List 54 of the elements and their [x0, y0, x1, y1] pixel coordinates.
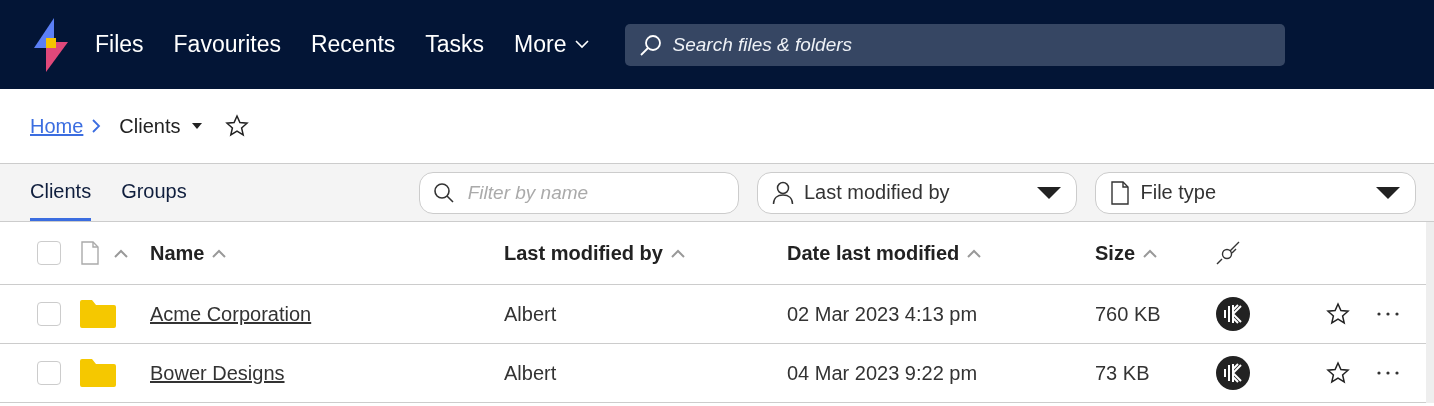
search-icon	[638, 32, 663, 57]
column-header[interactable]: Date last modified	[787, 241, 960, 265]
integration-icon	[1216, 297, 1250, 331]
column-header[interactable]: Last modified by	[504, 241, 663, 265]
search-icon	[432, 181, 455, 204]
column-header[interactable]: Size	[1095, 241, 1136, 265]
star-icon[interactable]	[1326, 302, 1350, 326]
breadcrumb-link[interactable]: Home	[30, 114, 84, 138]
folder-icon	[80, 300, 116, 328]
folder-link[interactable]: Acme Corporation	[150, 302, 312, 326]
nav-link[interactable]: Favourites	[173, 31, 281, 58]
sort-icon[interactable]	[670, 248, 685, 258]
star-icon[interactable]	[224, 114, 249, 138]
plug-icon	[1216, 241, 1240, 265]
caret-icon	[1036, 185, 1063, 200]
integration-icon	[1216, 356, 1250, 390]
table-cell: 02 Mar 2023 4:13 pm	[787, 302, 978, 326]
table-cell: Albert	[504, 302, 557, 326]
nav-link[interactable]: Files	[95, 31, 144, 58]
breadcrumb-dropdown[interactable]: Clients	[109, 114, 203, 138]
document-icon	[80, 241, 100, 265]
table-cell: 73 KB	[1095, 361, 1150, 385]
logo-icon[interactable]	[34, 17, 68, 72]
sort-icon[interactable]	[1143, 248, 1158, 258]
caret-icon	[1375, 185, 1401, 200]
table-cell: 760 KB	[1095, 302, 1161, 326]
person-icon	[771, 180, 794, 205]
more-icon[interactable]	[1376, 370, 1400, 376]
star-icon[interactable]	[1326, 361, 1350, 385]
folder-icon	[80, 359, 116, 387]
table-cell: Albert	[504, 361, 557, 385]
column-header[interactable]: Name	[150, 241, 205, 265]
table-cell: 04 Mar 2023 9:22 pm	[787, 361, 978, 385]
more-icon[interactable]	[1376, 311, 1400, 317]
search-field[interactable]: Search files & folders	[624, 23, 1285, 66]
filter-dropdown[interactable]: File type	[1095, 171, 1416, 214]
more-menu[interactable]: More	[514, 31, 589, 58]
filter-field[interactable]: Filter by name	[418, 171, 739, 214]
row-checkbox[interactable]	[37, 361, 61, 385]
caret-icon	[190, 122, 203, 130]
tab[interactable]: Groups	[121, 164, 187, 221]
sort-icon[interactable]	[114, 248, 128, 258]
folder-link[interactable]: Bower Designs	[150, 361, 285, 385]
filter-dropdown[interactable]: Last modified by	[756, 171, 1078, 214]
chevron-right-icon	[91, 119, 102, 133]
tab[interactable]: Clients	[30, 164, 92, 221]
document-icon	[1110, 180, 1131, 205]
sort-icon[interactable]	[212, 248, 227, 258]
row-checkbox[interactable]	[37, 302, 61, 326]
sort-icon[interactable]	[967, 248, 982, 258]
nav-link[interactable]: Tasks	[425, 31, 485, 58]
chevron-down-icon	[574, 40, 589, 49]
select-all-checkbox[interactable]	[37, 241, 61, 265]
nav-link[interactable]: Recents	[310, 31, 396, 58]
